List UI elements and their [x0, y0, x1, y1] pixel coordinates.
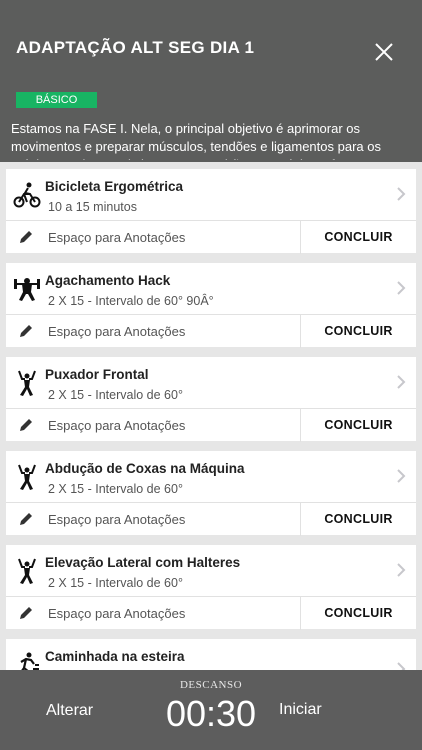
exercise-figure-icon: [18, 464, 36, 490]
notes-field[interactable]: Espaço para Anotações: [48, 418, 185, 433]
exercise-row[interactable]: Bicicleta Ergométrica 10 a 15 minutos: [6, 169, 416, 218]
exercise-notes-row: Espaço para Anotações CONCLUIR: [6, 314, 416, 348]
exercise-row[interactable]: Abdução de Coxas na Máquina 2 X 15 - Int…: [6, 451, 416, 500]
exercise-notes-row: Espaço para Anotações CONCLUIR: [6, 220, 416, 254]
exercise-notes-row: Espaço para Anotações CONCLUIR: [6, 408, 416, 442]
notes-field[interactable]: Espaço para Anotações: [48, 324, 185, 339]
exercise-name: Abdução de Coxas na Máquina: [45, 461, 245, 476]
rest-label: DESCANSO: [179, 679, 243, 691]
exercise-row[interactable]: Elevação Lateral com Halteres 2 X 15 - I…: [6, 545, 416, 594]
exercise-detail: 2 X 15 - Intervalo de 60°: [48, 388, 183, 402]
exercise-figure-icon: [18, 370, 36, 396]
exercise-name: Caminhada na esteira: [45, 649, 185, 664]
exercise-notes-row: Espaço para Anotações CONCLUIR: [6, 502, 416, 536]
pencil-icon: [20, 325, 32, 337]
level-badge: BÁSICO: [16, 92, 97, 108]
exercise-card: Elevação Lateral com Halteres 2 X 15 - I…: [6, 545, 416, 630]
exercise-name: Elevação Lateral com Halteres: [45, 555, 241, 570]
notes-field[interactable]: Espaço para Anotações: [48, 606, 185, 621]
exercise-notes-row: Espaço para Anotações CONCLUIR: [6, 596, 416, 630]
exercise-card: Caminhada na esteira: [6, 639, 416, 670]
exercise-detail: 2 X 15 - Intervalo de 60°: [48, 482, 183, 496]
rest-timer: 00:30: [165, 693, 257, 734]
chevron-right-icon: [397, 187, 406, 201]
exercise-row[interactable]: Puxador Frontal 2 X 15 - Intervalo de 60…: [6, 357, 416, 406]
chevron-right-icon: [397, 662, 406, 670]
pencil-icon: [20, 513, 32, 525]
rest-timer-bar: Alterar DESCANSO 00:30 Iniciar: [0, 670, 422, 750]
weightlifting-icon: [14, 278, 40, 301]
exercise-name: Puxador Frontal: [45, 367, 149, 382]
workout-title: ADAPTAÇÃO ALT SEG DIA 1: [16, 38, 255, 57]
chevron-right-icon: [397, 281, 406, 295]
concluir-button[interactable]: CONCLUIR: [301, 221, 416, 254]
pencil-icon: [20, 231, 32, 243]
exercise-row[interactable]: Caminhada na esteira: [6, 639, 416, 670]
iniciar-button[interactable]: Iniciar: [279, 701, 322, 719]
concluir-button[interactable]: CONCLUIR: [301, 315, 416, 348]
exercise-list[interactable]: Bicicleta Ergométrica 10 a 15 minutos Es…: [0, 162, 422, 670]
concluir-button[interactable]: CONCLUIR: [301, 503, 416, 536]
concluir-button[interactable]: CONCLUIR: [301, 597, 416, 630]
exercise-name: Agachamento Hack: [45, 273, 171, 288]
exercise-card: Bicicleta Ergométrica 10 a 15 minutos Es…: [6, 169, 416, 254]
chevron-right-icon: [397, 469, 406, 483]
exercise-card: Agachamento Hack 2 X 15 - Intervalo de 6…: [6, 263, 416, 348]
chevron-right-icon: [397, 375, 406, 389]
chevron-right-icon: [397, 563, 406, 577]
workout-header: ADAPTAÇÃO ALT SEG DIA 1 BÁSICO Estamos n…: [0, 0, 422, 162]
pencil-icon: [20, 607, 32, 619]
close-icon[interactable]: [372, 40, 396, 64]
pencil-icon: [20, 419, 32, 431]
workout-description: Estamos na FASE I. Nela, o principal obj…: [11, 121, 381, 160]
exercise-detail: 2 X 15 - Intervalo de 60°: [48, 576, 183, 590]
exercise-card: Abdução de Coxas na Máquina 2 X 15 - Int…: [6, 451, 416, 536]
notes-field[interactable]: Espaço para Anotações: [48, 512, 185, 527]
running-icon: [20, 652, 39, 670]
exercise-card: Puxador Frontal 2 X 15 - Intervalo de 60…: [6, 357, 416, 442]
exercise-detail: 10 a 15 minutos: [48, 200, 137, 214]
exercise-detail: 2 X 15 - Intervalo de 60° 90Â°: [48, 294, 214, 308]
exercise-name: Bicicleta Ergométrica: [45, 179, 184, 194]
concluir-button[interactable]: CONCLUIR: [301, 409, 416, 442]
exercise-row[interactable]: Agachamento Hack 2 X 15 - Intervalo de 6…: [6, 263, 416, 312]
notes-field[interactable]: Espaço para Anotações: [48, 230, 185, 245]
bicycle-icon: [13, 182, 41, 208]
exercise-figure-icon: [18, 558, 36, 584]
